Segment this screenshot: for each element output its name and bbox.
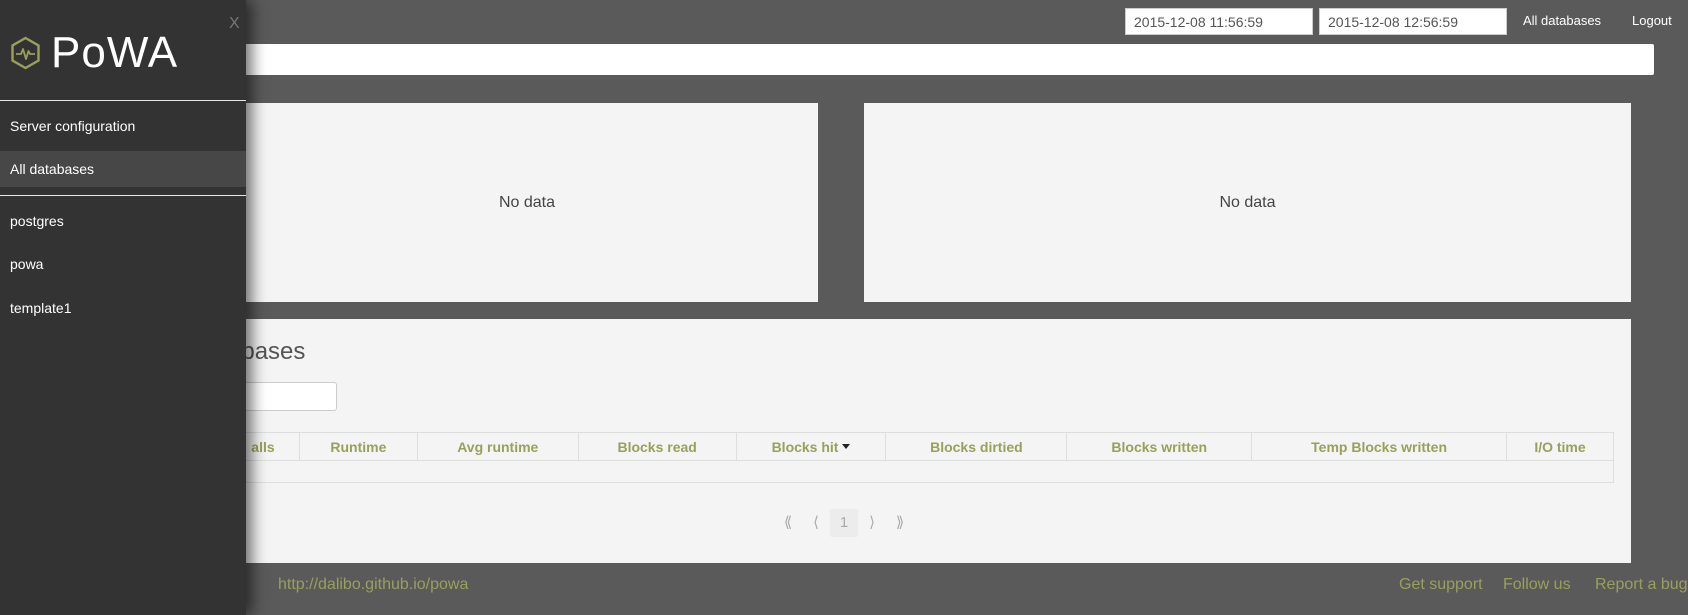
databases-table: alls Runtime Avg runtime Blocks read Blo… xyxy=(226,432,1614,483)
date-from-input[interactable] xyxy=(1125,8,1313,35)
column-label: Blocks dirtied xyxy=(930,438,1023,455)
column-label: alls xyxy=(251,438,275,455)
pagination-last-button[interactable]: ⟫ xyxy=(886,509,914,537)
brand-name: PoWA xyxy=(51,28,179,77)
table-empty-cell xyxy=(226,460,1614,483)
sidebar-item-template1[interactable]: template1 xyxy=(0,290,246,326)
footer-site-link[interactable]: http://dalibo.github.io/powa xyxy=(278,576,468,594)
sidebar-divider xyxy=(0,100,246,101)
footer-get-support-link[interactable]: Get support xyxy=(1399,576,1483,594)
date-to-input[interactable] xyxy=(1319,8,1507,35)
pagination: ⟪ ⟨ 1 ⟩ ⟫ xyxy=(774,509,914,537)
databases-table-panel: abases alls Runtime Avg runtime Blocks r… xyxy=(226,319,1631,563)
column-header-avg-runtime[interactable]: Avg runtime xyxy=(416,432,579,461)
pagination-next-button[interactable]: ⟩ xyxy=(858,509,886,537)
column-label: Blocks hit xyxy=(771,438,839,455)
footer-report-bug-link[interactable]: Report a bug xyxy=(1595,576,1688,594)
column-label: Temp Blocks written xyxy=(1311,438,1448,455)
column-header-blocks-written[interactable]: Blocks written xyxy=(1066,432,1253,461)
column-label: Blocks read xyxy=(617,438,697,455)
pagination-first-button[interactable]: ⟪ xyxy=(774,509,802,537)
column-header-blocks-hit[interactable]: Blocks hit xyxy=(735,432,887,461)
column-header-blocks-read[interactable]: Blocks read xyxy=(577,432,737,461)
sidebar-item-postgres[interactable]: postgres xyxy=(0,203,246,239)
close-sidebar-button[interactable]: X xyxy=(229,15,240,33)
no-data-label: No data xyxy=(1219,193,1276,211)
sidebar: X PoWA Server configuration All database… xyxy=(0,0,246,615)
graph-panel-right: No data xyxy=(864,103,1631,302)
column-header-io-time[interactable]: I/O time xyxy=(1506,432,1614,461)
brand[interactable]: PoWA xyxy=(10,28,178,78)
column-header-blocks-dirtied[interactable]: Blocks dirtied xyxy=(885,432,1068,461)
sidebar-item-all-databases[interactable]: All databases xyxy=(0,151,246,187)
column-header-temp-blocks-written[interactable]: Temp Blocks written xyxy=(1251,432,1507,461)
sidebar-divider xyxy=(0,195,246,196)
no-data-label: No data xyxy=(498,193,556,211)
logout-link[interactable]: Logout xyxy=(1632,13,1672,28)
pagination-page-1[interactable]: 1 xyxy=(830,509,858,537)
sidebar-item-powa[interactable]: powa xyxy=(0,246,246,282)
column-label: I/O time xyxy=(1534,438,1586,455)
sidebar-item-server-configuration[interactable]: Server configuration xyxy=(0,108,246,144)
powa-logo-icon xyxy=(11,36,40,70)
column-label: Avg runtime xyxy=(457,438,539,455)
search-bar[interactable] xyxy=(236,44,1654,75)
column-label: Runtime xyxy=(330,438,387,455)
graph-panel-left: No data xyxy=(236,103,818,302)
sort-desc-icon xyxy=(842,443,851,449)
column-label: Blocks written xyxy=(1111,438,1208,455)
table-empty-row xyxy=(226,460,1614,483)
column-header-runtime[interactable]: Runtime xyxy=(298,432,418,461)
footer-follow-us-link[interactable]: Follow us xyxy=(1503,576,1571,594)
nav-all-databases-link[interactable]: All databases xyxy=(1523,13,1601,28)
table-header-row: alls Runtime Avg runtime Blocks read Blo… xyxy=(226,432,1614,461)
pagination-prev-button[interactable]: ⟨ xyxy=(802,509,830,537)
